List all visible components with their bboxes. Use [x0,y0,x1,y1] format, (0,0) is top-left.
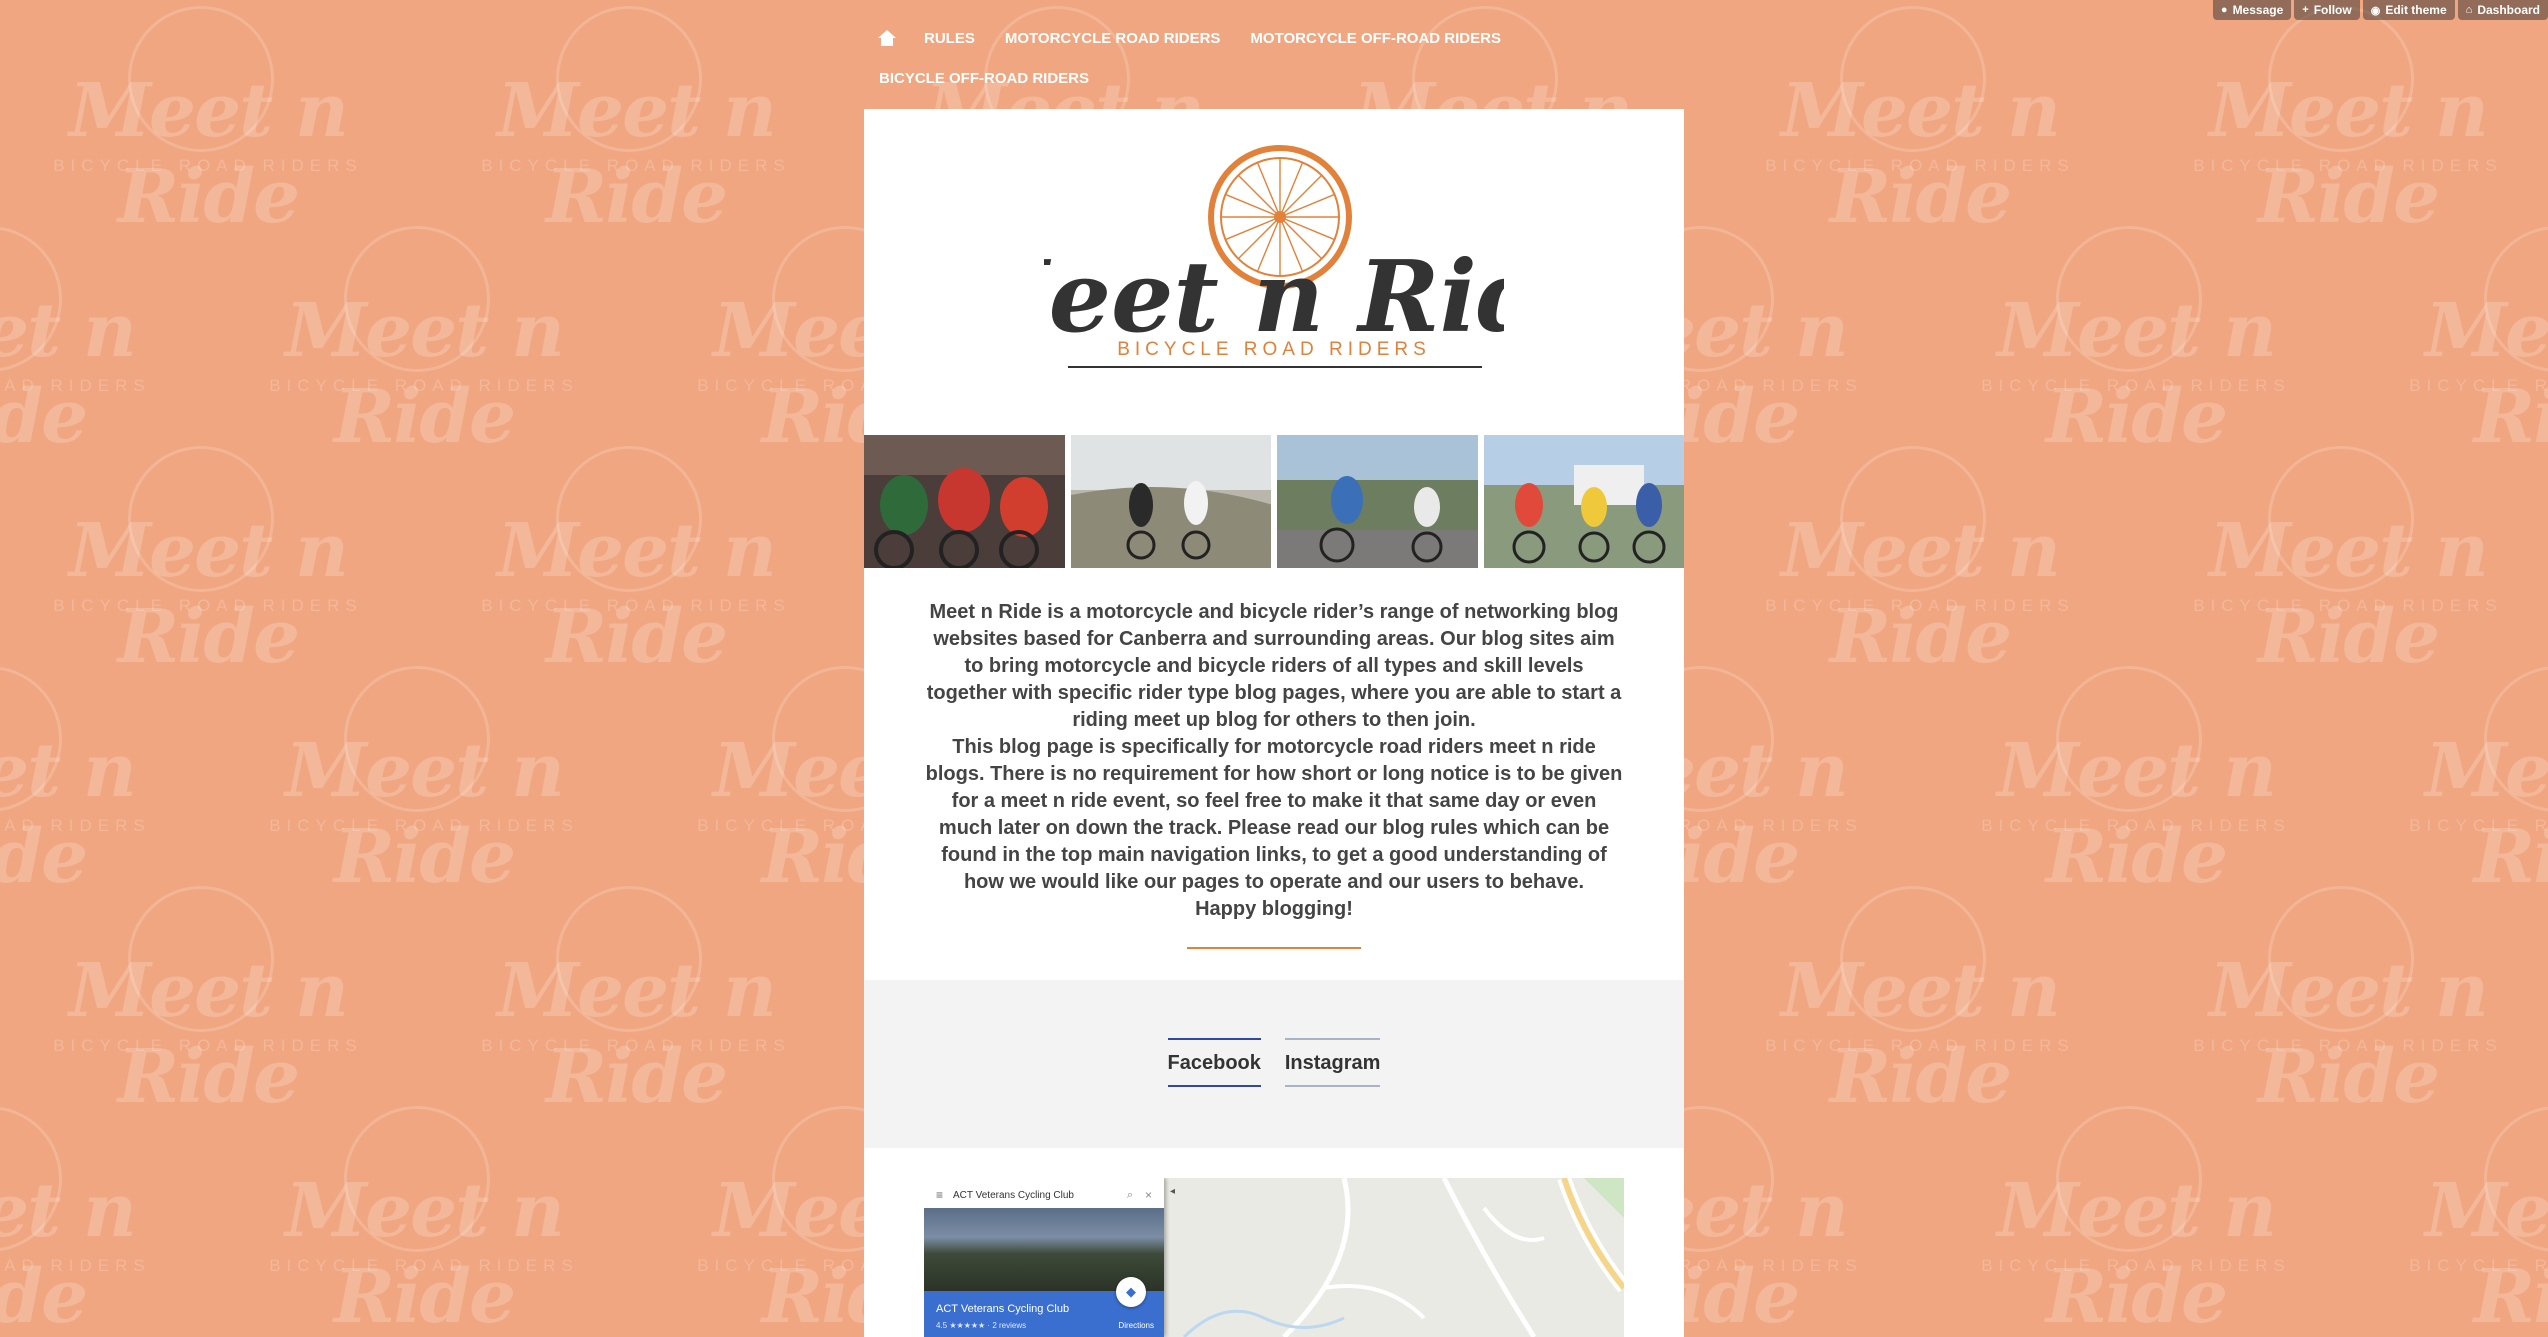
watermark-tile: Meet n RideBICYCLE ROAD RIDERS [0,446,418,680]
nav-item-rules[interactable]: RULES [924,30,975,47]
photo-strip [864,435,1684,568]
watermark-tile: Meet n RideBICYCLE ROAD RIDERS [2354,226,2548,460]
watermark-tile: Meet n RideBICYCLE ROAD RIDERS [0,886,418,1120]
map-search-box[interactable]: ≡ ACT Veterans Cycling Club ⌕ × [928,1182,1160,1209]
watermark-tile: Meet n RideBICYCLE ROAD RIDERS [1926,666,2346,900]
photo-family-riders [1277,435,1478,568]
watermark-tile: Meet n RideBICYCLE ROAD RIDERS [1926,226,2346,460]
watermark-tile: Meet n RideBICYCLE ROAD RIDERS [1710,886,2130,1120]
watermark-tile: Meet n RideBICYCLE ROAD RIDERS [214,226,634,460]
social-tabs: Facebook Instagram [864,1038,1684,1087]
nav-item-motorcycle-road-riders[interactable]: MOTORCYCLE ROAD RIDERS [1005,30,1221,47]
message-label: Message [2232,3,2284,17]
map-place-panel: ≡ ACT Veterans Cycling Club ⌕ × ACT Vete… [924,1178,1164,1337]
dashboard-label: Dashboard [2477,3,2540,17]
watermark-tile: Meet n RideBICYCLE ROAD RIDERS [2138,446,2548,680]
photo-road-riders [1070,435,1271,568]
follow-label: Follow [2313,3,2352,17]
about-paragraph: Happy blogging! [1195,898,1353,920]
logo-subtitle: BICYCLE ROAD RIDERS [1117,339,1431,360]
home-icon: ⌂ [2465,4,2473,16]
collapse-panel-icon[interactable]: ◂ [1170,1186,1175,1197]
main-column: Meet n Ride BICYCLE ROAD RIDERS [864,109,1684,1337]
place-rating: 4.5 ★★★★★ · 2 reviews [936,1321,1027,1330]
watermark-tile: Meet n RideBICYCLE ROAD RIDERS [2138,886,2548,1120]
watermark-tile: Meet n RideBICYCLE ROAD RIDERS [1926,1106,2346,1337]
edit-theme-label: Edit theme [2385,3,2447,17]
map-search-text: ACT Veterans Cycling Club [953,1189,1074,1201]
watermark-tile: Meet n RideBICYCLE ROAD RIDERS [426,886,846,1120]
logo-title: Meet n Ride [1044,240,1504,355]
site-logo[interactable]: Meet n Ride BICYCLE ROAD RIDERS [864,139,1684,399]
message-icon: ● [2220,4,2228,16]
watermark-tile: Meet n RideBICYCLE ROAD RIDERS [426,6,846,240]
plus-icon: + [2302,4,2309,16]
close-icon[interactable]: × [1145,1188,1152,1202]
place-name: ACT Veterans Cycling Club [936,1303,1070,1315]
photo-group-riders [1483,435,1684,568]
map-embed[interactable]: ≡ ACT Veterans Cycling Club ⌕ × ACT Vete… [924,1178,1624,1337]
about-paragraph: Meet n Ride is a motorcycle and bicycle … [926,601,1622,731]
directions-icon[interactable]: ◆ [1116,1277,1146,1307]
meet-n-ride-logo: Meet n Ride BICYCLE ROAD RIDERS [1044,145,1504,368]
follow-button[interactable]: + Follow [2294,0,2360,20]
message-button[interactable]: ● Message [2212,0,2292,20]
main-navigation: RULES MOTORCYCLE ROAD RIDERS MOTORCYCLE … [866,18,1686,98]
watermark-tile: Meet n RideBICYCLE ROAD RIDERS [2354,1106,2548,1337]
watermark-tile: Meet n RideBICYCLE ROAD RIDERS [1710,446,2130,680]
blog-controls: ● Message + Follow ◉ Edit theme ⌂ Dashboard [2212,0,2548,22]
social-section: Facebook Instagram [864,980,1684,1148]
watermark-tile: Meet n RideBICYCLE ROAD RIDERS [0,226,206,460]
search-icon[interactable]: ⌕ [1127,1189,1133,1202]
directions-link[interactable]: Directions [1118,1321,1154,1330]
home-icon[interactable] [878,30,896,46]
tab-instagram[interactable]: Instagram [1284,1038,1381,1087]
watermark-tile: Meet n RideBICYCLE ROAD RIDERS [2138,6,2548,240]
eye-icon: ◉ [2370,4,2381,17]
watermark-tile: Meet n RideBICYCLE ROAD RIDERS [426,446,846,680]
nav-item-motorcycle-off-road-riders[interactable]: MOTORCYCLE OFF-ROAD RIDERS [1250,30,1501,47]
about-text: Meet n Ride is a motorcycle and bicycle … [924,599,1624,923]
watermark-tile: Meet n RideBICYCLE ROAD RIDERS [0,666,206,900]
watermark-tile: Meet n RideBICYCLE ROAD RIDERS [2354,666,2548,900]
about-paragraph: This blog page is specifically for motor… [925,736,1623,893]
photo-cyclists-racing [864,435,1065,568]
watermark-tile: Meet n RideBICYCLE ROAD RIDERS [214,1106,634,1337]
tab-facebook[interactable]: Facebook [1167,1038,1261,1087]
watermark-tile: Meet n RideBICYCLE ROAD RIDERS [1710,6,2130,240]
watermark-tile: Meet n RideBICYCLE ROAD RIDERS [0,6,418,240]
watermark-tile: Meet n RideBICYCLE ROAD RIDERS [0,1106,206,1337]
menu-icon[interactable]: ≡ [936,1188,943,1202]
divider [1187,947,1361,949]
edit-theme-button[interactable]: ◉ Edit theme [2362,0,2455,20]
dashboard-button[interactable]: ⌂ Dashboard [2457,0,2548,20]
nav-item-bicycle-off-road-riders[interactable]: BICYCLE OFF-ROAD RIDERS [879,70,1089,87]
watermark-tile: Meet n RideBICYCLE ROAD RIDERS [214,666,634,900]
